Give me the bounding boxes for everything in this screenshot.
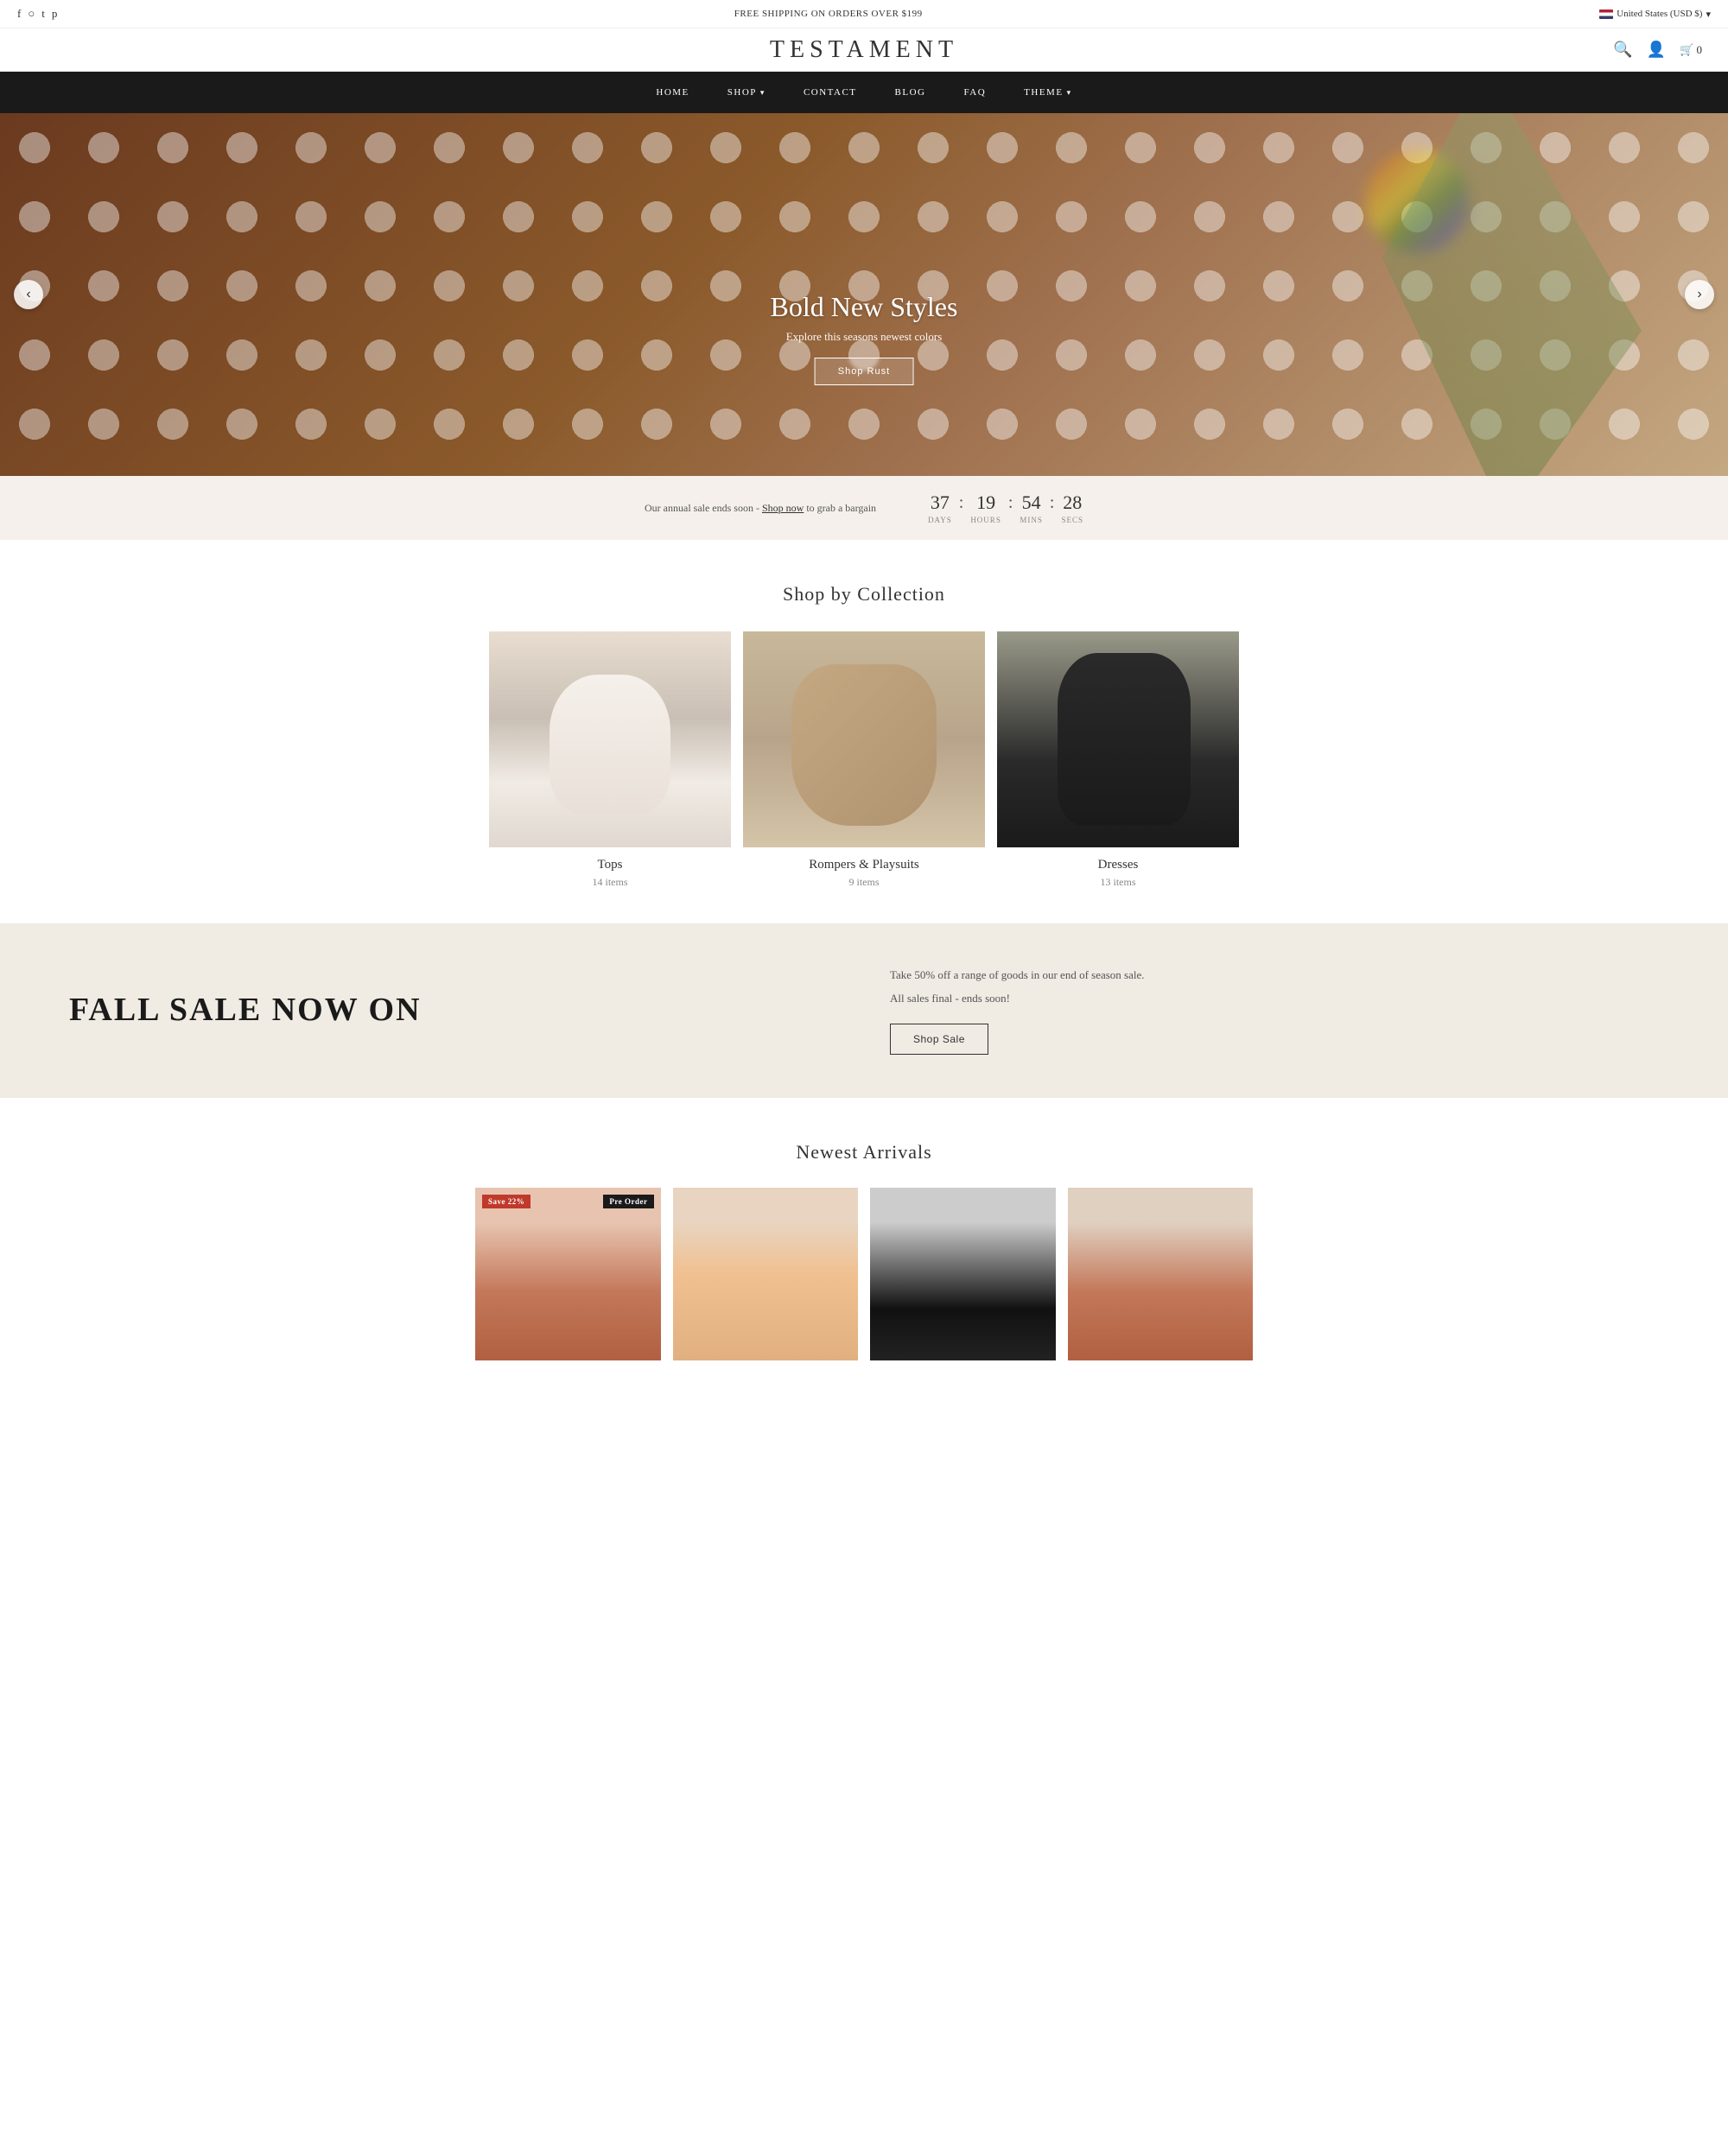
sale-banner-right: Take 50% off a range of goods in our end… [890,967,1659,1055]
collection-card-rompers[interactable]: Rompers & Playsuits 9 items [743,631,985,889]
site-header: TESTAMENT 🔍 👤 🛒 0 [0,29,1728,72]
arrivals-section: Newest Arrivals Save 22% Pre Order [0,1098,1728,1386]
countdown-mins: 54 Mins [1020,491,1043,524]
collection-count-dresses: 13 items [997,876,1239,889]
collection-count-rompers: 9 items [743,876,985,889]
arrival-card-3[interactable] [870,1188,1056,1360]
collection-card-dresses[interactable]: Dresses 13 items [997,631,1239,889]
nav-item-home[interactable]: HOME [637,72,708,113]
countdown-text-before: Our annual sale ends soon - [645,502,759,514]
countdown-text-after: to grab a bargain [806,502,876,514]
sale-title: FALL SALE NOW ON [69,992,838,1029]
region-selector[interactable]: United States (USD $) ▾ [1599,9,1711,20]
collection-img-rompers [743,631,985,847]
collection-name-dresses: Dresses [997,858,1239,872]
sale-banner: FALL SALE NOW ON Take 50% off a range of… [0,923,1728,1098]
countdown-text: Our annual sale ends soon - Shop now to … [645,502,876,515]
instagram-icon[interactable]: ○ [28,7,35,21]
flag-icon [1599,10,1613,19]
chevron-down-icon: ▾ [1067,88,1072,98]
social-icons: f ○ t p [17,7,57,21]
collection-card-tops[interactable]: Tops 14 items [489,631,731,889]
arrival-img-1: Save 22% Pre Order [475,1188,661,1360]
collection-name-tops: Tops [489,858,731,872]
countdown-secs: 28 Secs [1061,491,1083,524]
countdown-separator-1: : [959,493,964,513]
nav-item-faq[interactable]: FAQ [944,72,1005,113]
collection-grid: Tops 14 items Rompers & Playsuits 9 item… [475,631,1253,889]
site-logo[interactable]: TESTAMENT [770,36,958,64]
countdown-shop-now-link[interactable]: Shop now [762,502,804,514]
hero-subtitle: Explore this seasons newest colors [771,330,958,344]
hero-cta-button[interactable]: Shop Rust [815,358,913,385]
account-icon[interactable]: 👤 [1647,41,1666,59]
arrival-card-2[interactable] [673,1188,859,1360]
pinterest-icon[interactable]: p [52,7,58,21]
arrivals-section-title: Newest Arrivals [17,1141,1711,1164]
badge-save-22: Save 22% [482,1195,530,1208]
hero-prev-button[interactable]: ‹ [14,280,43,309]
countdown-banner: Our annual sale ends soon - Shop now to … [0,476,1728,540]
arrival-img-2 [673,1188,859,1360]
badge-preorder: Pre Order [603,1195,653,1208]
countdown-separator-3: : [1050,493,1055,513]
top-bar: f ○ t p FREE SHIPPING ON ORDERS OVER $19… [0,0,1728,29]
sale-banner-left: FALL SALE NOW ON [69,992,838,1029]
hero-section: ‹ Bold New Styles Explore this seasons n… [0,113,1728,476]
collection-count-tops: 14 items [489,876,731,889]
collection-section: Shop by Collection Tops 14 items Rompers… [0,540,1728,923]
countdown-timer: 37 Days : 19 Hours : 54 Mins : 28 Secs [928,491,1083,524]
collection-img-dresses [997,631,1239,847]
twitter-icon[interactable]: t [41,7,45,21]
arrival-img-4 [1068,1188,1254,1360]
arrivals-grid: Save 22% Pre Order [475,1188,1253,1360]
sale-description-1: Take 50% off a range of goods in our end… [890,967,1659,985]
sale-description-2: All sales final - ends soon! [890,990,1659,1008]
sale-button[interactable]: Shop Sale [890,1024,988,1055]
countdown-separator-2: : [1008,493,1013,513]
chevron-down-icon: ▾ [1706,9,1711,20]
region-label: United States (USD $) [1617,9,1702,19]
shipping-banner: FREE SHIPPING ON ORDERS OVER $199 [734,9,923,19]
nav-item-blog[interactable]: BLOG [876,72,945,113]
facebook-icon[interactable]: f [17,7,21,21]
countdown-hours: 19 Hours [970,491,1001,524]
search-icon[interactable]: 🔍 [1613,41,1632,59]
cart-count: 0 [1697,43,1703,56]
hero-next-button[interactable]: › [1685,280,1714,309]
hero-content: Bold New Styles Explore this seasons new… [771,291,958,385]
arrival-card-1[interactable]: Save 22% Pre Order [475,1188,661,1360]
countdown-days: 37 Days [928,491,952,524]
arrival-card-4[interactable] [1068,1188,1254,1360]
header-icons: 🔍 👤 🛒 0 [1613,41,1702,59]
chevron-down-icon: ▾ [760,88,766,98]
hero-title: Bold New Styles [771,291,958,323]
collection-img-tops [489,631,731,847]
main-nav: HOME SHOP ▾ CONTACT BLOG FAQ THEME ▾ [0,72,1728,113]
nav-item-contact[interactable]: CONTACT [785,72,876,113]
arrival-img-3 [870,1188,1056,1360]
nav-item-shop[interactable]: SHOP ▾ [708,72,785,113]
collection-section-title: Shop by Collection [17,583,1711,606]
nav-item-theme[interactable]: THEME ▾ [1005,72,1090,113]
collection-name-rompers: Rompers & Playsuits [743,858,985,872]
cart-icon[interactable]: 🛒 0 [1680,43,1702,57]
